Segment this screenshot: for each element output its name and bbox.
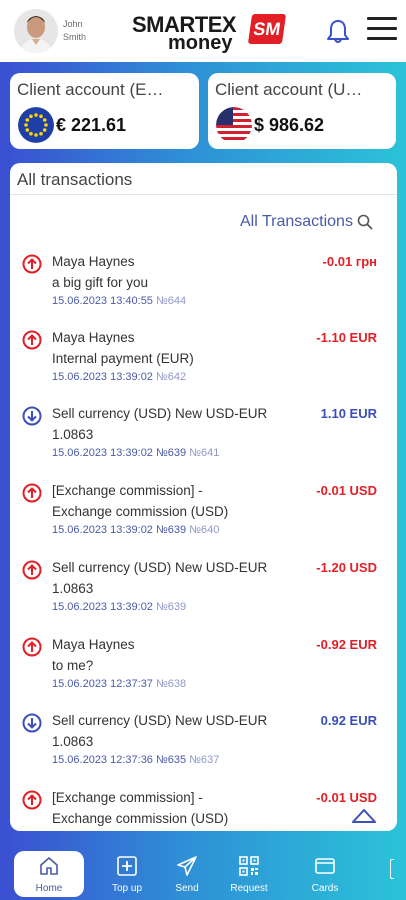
account-title: Client account (U… — [215, 80, 363, 99]
nav-label: Home — [35, 883, 63, 894]
transaction-date: 15.06.2023 13:40:55 — [52, 295, 153, 307]
account-balance: € 221.61 — [56, 115, 127, 135]
transaction-number: №639 — [156, 601, 187, 613]
transaction-number: №644 — [156, 295, 187, 307]
logo-line2: money — [168, 32, 233, 54]
bottom-navigation: Home Top up Send Request Cards — [0, 843, 406, 900]
transaction-amount: -0.01 USD — [316, 483, 377, 498]
transaction-row[interactable]: Maya Haynes a big gift for you 15.06.202… — [10, 247, 397, 323]
transaction-line2: Exchange commission (USD) — [52, 504, 229, 519]
transaction-amount: -1.20 USD — [316, 560, 377, 575]
transaction-date: 15.06.2023 13:39:02 — [52, 371, 153, 383]
transaction-line2: a big gift for you — [52, 275, 149, 290]
transactions-list: Maya Haynes a big gift for you 15.06.202… — [10, 247, 397, 831]
card-icon — [315, 858, 335, 874]
all-transactions-link[interactable]: All Transactions — [240, 213, 373, 231]
outgoing-arrow-icon — [22, 637, 42, 657]
transaction-amount: 1.10 EUR — [320, 406, 377, 421]
notification-bell-icon[interactable] — [326, 18, 350, 44]
transaction-line2: 1.0863 — [52, 427, 94, 442]
account-balance: $ 986.62 — [254, 115, 325, 135]
outgoing-arrow-icon — [22, 254, 42, 274]
smartex-logo: SMARTEX money SM — [132, 10, 287, 54]
account-card-eur[interactable]: Client account (E… € 221.61 — [10, 73, 199, 149]
transaction-amount: -0.01 грн — [322, 254, 377, 269]
hamburger-menu-icon[interactable] — [367, 17, 397, 43]
transaction-line1: [Exchange commission] - — [52, 483, 203, 498]
user-name: John Smith — [63, 18, 86, 44]
app-header: John Smith SMARTEX money SM — [0, 0, 406, 62]
plus-square-icon — [117, 856, 137, 876]
outgoing-arrow-icon — [22, 330, 42, 350]
outgoing-arrow-icon — [22, 790, 42, 810]
logo-badge: SM — [247, 14, 287, 44]
send-icon — [177, 856, 197, 876]
transaction-line2: Exchange commission (USD) — [52, 811, 229, 826]
outgoing-arrow-icon — [22, 560, 42, 580]
transactions-card: All transactions All Transactions Maya H… — [10, 163, 397, 831]
qr-code-icon — [239, 856, 259, 876]
home-icon — [40, 857, 58, 875]
transaction-line2: Internal payment (EUR) — [52, 351, 194, 366]
transaction-line2: to me? — [52, 658, 94, 673]
eu-flag-icon — [18, 107, 54, 143]
transaction-row[interactable]: [Exchange commission] - Exchange commiss… — [10, 783, 397, 831]
transaction-line1: Maya Haynes — [52, 637, 135, 652]
transaction-line1: [Exchange commission] - — [52, 790, 203, 805]
avatar[interactable] — [14, 9, 58, 53]
scroll-to-top-icon[interactable] — [351, 807, 377, 825]
transaction-line1: Maya Haynes — [52, 254, 135, 269]
transaction-number: №642 — [156, 371, 187, 383]
transaction-number: №638 — [156, 678, 187, 690]
us-flag-icon — [216, 107, 252, 143]
user-last-name: Smith — [63, 32, 87, 42]
transaction-row[interactable]: Sell currency (USD) New USD-EUR 1.0863 1… — [10, 399, 397, 476]
transaction-line1: Sell currency (USD) New USD-EUR — [52, 560, 268, 575]
transaction-amount: -0.01 USD — [316, 790, 377, 805]
nav-home[interactable]: Home — [14, 851, 84, 897]
transaction-line1: Sell currency (USD) New USD-EUR — [52, 406, 268, 421]
nav-label: Cards — [311, 883, 339, 894]
nav-more-partial-icon[interactable] — [390, 859, 394, 879]
transaction-row[interactable]: Sell currency (USD) New USD-EUR 1.0863 1… — [10, 553, 397, 630]
nav-send[interactable]: Send — [152, 851, 222, 897]
incoming-arrow-icon — [22, 406, 42, 426]
all-transactions-label: All Transactions — [240, 213, 353, 230]
account-title: Client account (E… — [17, 80, 164, 99]
transaction-date: 15.06.2023 13:39:02 №639 — [52, 447, 187, 459]
transaction-row[interactable]: [Exchange commission] - Exchange commiss… — [10, 476, 397, 553]
transaction-amount: -1.10 EUR — [316, 330, 377, 345]
transaction-line1: Maya Haynes — [52, 330, 135, 345]
transaction-number: №637 — [189, 754, 220, 766]
transaction-line2: 1.0863 — [52, 734, 94, 749]
transaction-date: 15.06.2023 12:37:37 — [52, 678, 153, 690]
account-card-usd[interactable]: Client account (U… $ 986.62 — [208, 73, 396, 149]
transactions-title: All transactions — [17, 170, 133, 189]
nav-label: Send — [175, 883, 199, 894]
transaction-date: 15.06.2023 13:39:02 — [52, 601, 153, 613]
transaction-row[interactable]: Maya Haynes to me? 15.06.2023 12:37:37 №… — [10, 630, 397, 706]
transaction-line1: Sell currency (USD) New USD-EUR — [52, 713, 268, 728]
search-icon — [357, 214, 373, 230]
nav-label: Request — [230, 883, 268, 894]
transaction-amount: 0.92 EUR — [320, 713, 377, 728]
transaction-line2: 1.0863 — [52, 581, 94, 596]
nav-cards[interactable]: Cards — [290, 851, 360, 897]
incoming-arrow-icon — [22, 713, 42, 733]
transaction-date: 15.06.2023 13:39:02 №639 — [52, 524, 187, 536]
divider — [10, 194, 397, 195]
transaction-date: 15.06.2023 12:37:36 №635 — [52, 754, 187, 766]
user-first-name: John — [63, 19, 83, 29]
transaction-amount: -0.92 EUR — [316, 637, 377, 652]
transaction-number: №640 — [189, 524, 220, 536]
transaction-row[interactable]: Sell currency (USD) New USD-EUR 1.0863 1… — [10, 706, 397, 783]
transaction-row[interactable]: Maya Haynes Internal payment (EUR) 15.06… — [10, 323, 397, 399]
transaction-number: №641 — [189, 447, 220, 459]
nav-request[interactable]: Request — [214, 851, 284, 897]
outgoing-arrow-icon — [22, 483, 42, 503]
